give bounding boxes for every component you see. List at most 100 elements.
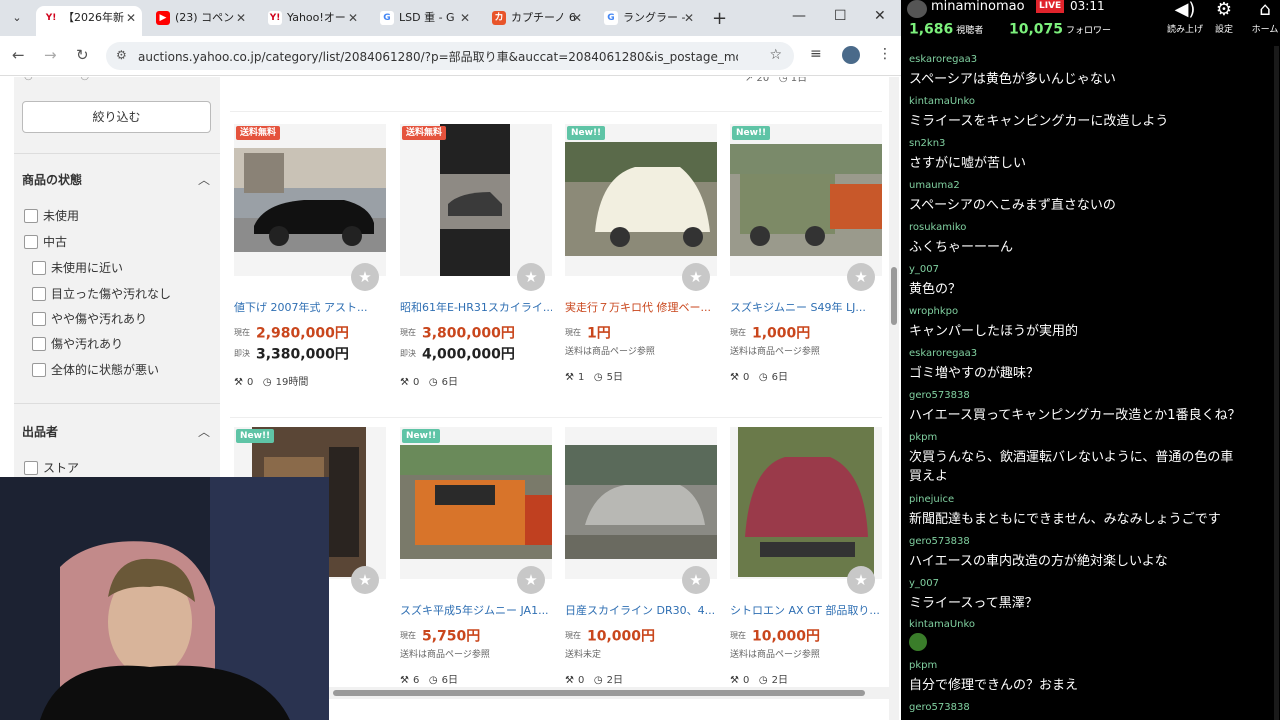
chat-username[interactable]: gero573838	[909, 536, 970, 547]
more-menu-icon[interactable]: ⋮	[878, 46, 892, 62]
channel-name[interactable]: minaminomao	[931, 0, 1025, 14]
listing-thumbnail[interactable]	[234, 124, 386, 276]
url-bar[interactable]: ⚙ auctions.yahoo.co.jp/category/list/208…	[106, 42, 794, 70]
tab-yahoo-auction[interactable]: Y! Yahoo!オー ✕	[260, 6, 364, 36]
back-icon[interactable]: ←	[12, 46, 25, 64]
chat-username[interactable]: eskaroregaa3	[909, 348, 977, 359]
checkbox[interactable]	[32, 311, 46, 326]
watchlist-star-icon[interactable]: ★	[847, 263, 875, 291]
chevron-up-icon[interactable]: ︿	[198, 171, 210, 188]
watchlist-star-icon[interactable]: ★	[517, 263, 545, 291]
tab-cappuccino[interactable]: カカプチーノ 6 ✕	[484, 6, 588, 36]
profile-avatar[interactable]	[842, 46, 860, 64]
tab-google-lsd[interactable]: G LSD 重 - G ✕	[372, 6, 476, 36]
tab-yahoo-auction-active[interactable]: Y! 【2026年新 ✕	[36, 6, 142, 36]
chat-username[interactable]: wrophkpo	[909, 306, 958, 317]
listing-title[interactable]: スズキジムニー S49年 LJ...	[730, 299, 882, 315]
new-tab-icon[interactable]: +	[712, 8, 727, 29]
listing-card[interactable]: ★ 日産スカイライン DR30、4... 現在 10,000円 送料未定 ⚒ 0 ◷…	[565, 427, 717, 707]
filter-used[interactable]: 中古	[24, 233, 67, 250]
listing-thumbnail[interactable]	[565, 427, 717, 579]
checkbox[interactable]	[32, 362, 46, 377]
watchlist-star-icon[interactable]: ★	[517, 566, 545, 594]
checkbox[interactable]	[32, 286, 46, 301]
narrow-search-button[interactable]: 絞り込む	[22, 101, 211, 133]
listing-thumbnail[interactable]	[565, 124, 717, 276]
scrollbar-thumb[interactable]	[891, 267, 897, 325]
chat-username[interactable]: gero573838	[909, 702, 970, 713]
vertical-scrollbar[interactable]	[889, 77, 899, 720]
listing-thumbnail[interactable]	[730, 427, 882, 579]
text-to-speech-button[interactable]: ◀) 読み上げ	[1165, 0, 1205, 35]
scrollbar-thumb[interactable]	[333, 690, 865, 696]
listing-title[interactable]: 昭和61年E-HR31スカイライ...	[400, 299, 552, 315]
chat-username[interactable]: sn2kn3	[909, 138, 945, 149]
checkbox[interactable]	[24, 460, 38, 475]
media-controls-icon[interactable]: ≡	[810, 46, 822, 62]
settings-button[interactable]: ⚙ 設定	[1209, 0, 1239, 35]
watchlist-star-icon[interactable]: ★	[351, 263, 379, 291]
close-icon[interactable]: ✕	[126, 6, 136, 30]
close-icon[interactable]: ✕	[460, 6, 470, 30]
tab-search-icon[interactable]: ⌄	[6, 8, 28, 28]
watchlist-star-icon[interactable]: ★	[682, 263, 710, 291]
listing-card[interactable]: New!! ★ スズキ平成5年ジムニー JA1... 現在 5,750円 送料は商…	[400, 427, 552, 707]
filter-scratches[interactable]: 傷や汚れあり	[32, 335, 123, 352]
listing-title[interactable]: 値下げ 2007年式 アスト...	[234, 299, 386, 315]
filter-some-scratches[interactable]: やや傷や汚れあり	[32, 310, 147, 327]
checkbox[interactable]	[24, 208, 38, 223]
chat-username[interactable]: kintamaUnko	[909, 619, 975, 630]
watchlist-star-icon[interactable]: ★	[351, 566, 379, 594]
chat-username[interactable]: pinejuice	[909, 494, 954, 505]
filter-no-scratches[interactable]: 目立った傷や汚れなし	[32, 285, 171, 302]
chat-scrollbar[interactable]	[1274, 46, 1279, 720]
reload-icon[interactable]: ↻	[76, 46, 89, 64]
checkbox[interactable]	[24, 234, 38, 249]
listing-card[interactable]: New!! ★ 実走行７万キロ代 修理ベー... 現在 1円 送料は商品ページ参照…	[565, 124, 717, 404]
listing-thumbnail[interactable]	[400, 124, 552, 276]
filter-store[interactable]: ストア	[24, 459, 79, 476]
listing-title[interactable]: スズキ平成5年ジムニー JA1...	[400, 602, 552, 618]
close-icon[interactable]: ✕	[572, 6, 582, 30]
checkbox[interactable]	[32, 260, 46, 275]
site-info-icon[interactable]: ⚙	[116, 48, 127, 62]
maximize-icon[interactable]: ☐	[834, 8, 847, 24]
url-text[interactable]: auctions.yahoo.co.jp/category/list/20840…	[138, 48, 738, 65]
listing-thumbnail[interactable]	[400, 427, 552, 579]
listing-card[interactable]: 送料無料 ★ 値下げ 2007年式 アスト... 現在 2,980,000円 即決…	[234, 124, 386, 404]
listing-title[interactable]: 実走行７万キロ代 修理ベー...	[565, 299, 717, 315]
close-icon[interactable]: ✕	[236, 6, 246, 30]
listing-thumbnail[interactable]	[730, 124, 882, 276]
chat-username[interactable]: y_007	[909, 578, 939, 589]
forward-icon[interactable]: →	[44, 46, 57, 64]
tab-youtube[interactable]: ▶ (23) コペン ✕	[148, 6, 252, 36]
chevron-up-icon[interactable]: ︿	[198, 423, 210, 440]
chat-username[interactable]: rosukamiko	[909, 222, 966, 233]
chat-username[interactable]: umauma2	[909, 180, 960, 191]
tab-google-wrangler[interactable]: G ラングラー - ✕	[596, 6, 700, 36]
bookmark-star-icon[interactable]: ☆	[769, 47, 782, 63]
listing-title[interactable]: シトロエン AX GT 部品取り...	[730, 602, 882, 618]
window-close-icon[interactable]: ✕	[874, 8, 886, 24]
listing-title[interactable]: 日産スカイライン DR30、4...	[565, 602, 717, 618]
filter-poor[interactable]: 全体的に状態が悪い	[32, 361, 159, 378]
chat-username[interactable]: pkpm	[909, 432, 937, 443]
watchlist-star-icon[interactable]: ★	[847, 566, 875, 594]
checkbox[interactable]	[32, 336, 46, 351]
listing-card[interactable]: ★ シトロエン AX GT 部品取り... 現在 10,000円 送料は商品ページ…	[730, 427, 882, 707]
listing-card[interactable]: 送料無料 ★ 昭和61年E-HR31スカイライ... 現在 3,800,000円 …	[400, 124, 552, 404]
home-button[interactable]: ⌂ ホーム	[1247, 0, 1280, 35]
minimize-icon[interactable]: —	[792, 8, 806, 24]
listing-card[interactable]: New!! ★ スズキジムニー S49年 LJ... 現在 1,000円 送料は商…	[730, 124, 882, 404]
channel-avatar[interactable]	[907, 0, 927, 18]
chat-username[interactable]: kintamaUnko	[909, 96, 975, 107]
close-icon[interactable]: ✕	[684, 6, 694, 30]
chat-username[interactable]: y_007	[909, 264, 939, 275]
close-icon[interactable]: ✕	[348, 6, 358, 30]
filter-new[interactable]: 未使用	[24, 207, 79, 224]
chat-username[interactable]: pkpm	[909, 660, 937, 671]
watchlist-star-icon[interactable]: ★	[682, 566, 710, 594]
horizontal-scrollbar[interactable]	[329, 687, 889, 699]
chat-username[interactable]: eskaroregaa3	[909, 54, 977, 65]
chat-username[interactable]: gero573838	[909, 390, 970, 401]
